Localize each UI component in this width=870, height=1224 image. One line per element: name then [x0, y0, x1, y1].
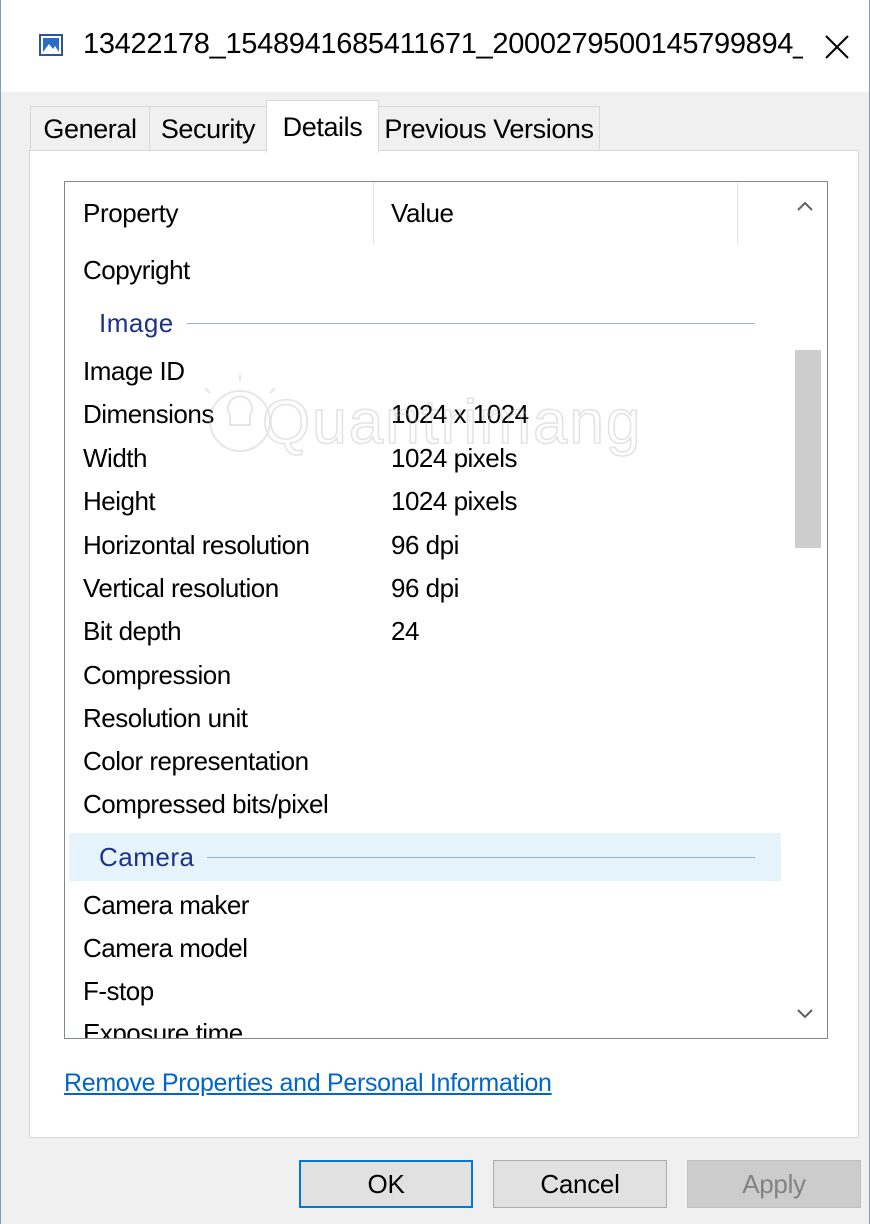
image-file-icon: [39, 34, 63, 56]
close-button[interactable]: [809, 22, 865, 72]
property-value: 96 dpi: [391, 573, 459, 603]
property-value: 1024 pixels: [391, 486, 518, 516]
property-name: Vertical resolution: [83, 573, 279, 603]
group-divider: [187, 322, 755, 324]
property-name: Copyright: [83, 255, 190, 285]
remove-properties-link[interactable]: Remove Properties and Personal Informati…: [64, 1069, 552, 1098]
cancel-button[interactable]: Cancel: [493, 1160, 667, 1208]
list-item[interactable]: Color representation: [69, 740, 781, 783]
group-label: Camera: [99, 841, 195, 872]
property-name: Bit depth: [83, 616, 182, 646]
scroll-thumb[interactable]: [795, 350, 821, 548]
column-header-value[interactable]: Value: [391, 182, 454, 244]
tab-details[interactable]: Details: [266, 100, 379, 153]
list-item[interactable]: Height 1024 pixels: [69, 480, 781, 523]
tab-security[interactable]: Security: [149, 106, 267, 152]
tab-previous-versions[interactable]: Previous Versions: [378, 106, 600, 152]
group-header-camera[interactable]: Camera: [69, 833, 781, 881]
list-item[interactable]: Camera model: [69, 927, 781, 970]
property-name: Horizontal resolution: [83, 530, 310, 560]
details-panel: Property Value Copyright Image Image ID …: [29, 150, 859, 1138]
vertical-scrollbar[interactable]: [783, 182, 827, 1038]
list-item[interactable]: Width 1024 pixels: [69, 437, 781, 480]
list-item[interactable]: Bit depth 24: [69, 610, 781, 653]
list-item[interactable]: F-stop: [69, 970, 781, 1013]
list-item[interactable]: Exposure time: [69, 1012, 781, 1039]
property-name: Compressed bits/pixel: [83, 789, 329, 819]
scroll-up-button[interactable]: [783, 184, 827, 228]
list-item[interactable]: Vertical resolution 96 dpi: [69, 567, 781, 610]
properties-list[interactable]: Property Value Copyright Image Image ID …: [64, 181, 828, 1039]
list-item[interactable]: Resolution unit: [69, 697, 781, 740]
list-item[interactable]: Dimensions 1024 x 1024: [69, 393, 781, 436]
apply-button[interactable]: Apply: [687, 1160, 861, 1208]
column-divider[interactable]: [737, 182, 738, 244]
list-item[interactable]: Horizontal resolution 96 dpi: [69, 524, 781, 567]
list-item[interactable]: Camera maker: [69, 884, 781, 927]
property-name: Exposure time: [83, 1018, 243, 1039]
property-name: Camera maker: [83, 890, 249, 920]
property-value: 1024 x 1024: [391, 399, 529, 429]
properties-window: 13422178_1548941685411671_20002795001457…: [0, 0, 870, 1224]
list-item[interactable]: Image ID: [69, 350, 781, 393]
group-label: Image: [99, 307, 174, 338]
chevron-up-icon: [797, 201, 813, 211]
column-divider[interactable]: [373, 182, 374, 244]
list-item[interactable]: Compression: [69, 654, 781, 697]
property-name: Height: [83, 486, 156, 516]
title-bar[interactable]: 13422178_1548941685411671_20002795001457…: [1, 0, 869, 92]
column-header-property[interactable]: Property: [83, 182, 178, 244]
property-name: Resolution unit: [83, 703, 248, 733]
group-divider: [207, 856, 755, 858]
window-title: 13422178_1548941685411671_20002795001457…: [83, 28, 803, 60]
property-value: 24: [391, 616, 419, 646]
list-header: Property Value: [65, 182, 781, 244]
list-item[interactable]: Compressed bits/pixel: [69, 783, 781, 826]
group-header-image[interactable]: Image: [69, 299, 781, 347]
close-icon: [825, 35, 849, 59]
property-name: F-stop: [83, 976, 154, 1006]
tab-general[interactable]: General: [30, 106, 150, 152]
property-name: Compression: [83, 660, 231, 690]
property-name: Camera model: [83, 933, 248, 963]
ok-button[interactable]: OK: [299, 1160, 473, 1208]
property-name: Dimensions: [83, 399, 214, 429]
property-name: Color representation: [83, 746, 309, 776]
property-value: 1024 pixels: [391, 443, 518, 473]
scroll-down-button[interactable]: [783, 992, 827, 1036]
property-name: Image ID: [83, 356, 185, 386]
chevron-down-icon: [797, 1009, 813, 1019]
property-name: Width: [83, 443, 147, 473]
property-value: 96 dpi: [391, 530, 459, 560]
list-item[interactable]: Copyright: [69, 249, 781, 292]
